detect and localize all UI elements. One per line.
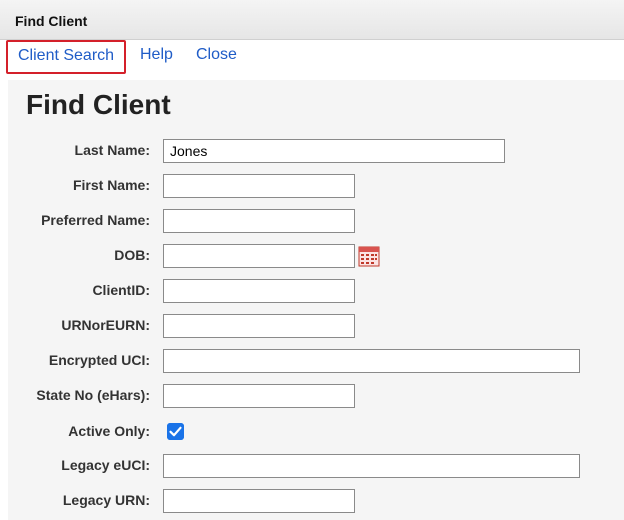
client-search-link[interactable]: Client Search bbox=[6, 40, 127, 74]
dob-input[interactable] bbox=[163, 244, 355, 268]
client-id-label: ClientID: bbox=[92, 282, 150, 298]
state-no-input[interactable] bbox=[163, 384, 355, 408]
page-title: Find Client bbox=[26, 89, 171, 120]
window-title: Find Client bbox=[15, 13, 88, 29]
legacy-euci-row: Legacy eUCI: bbox=[8, 454, 624, 478]
help-link[interactable]: Help bbox=[140, 44, 173, 66]
first-name-row: First Name: bbox=[8, 174, 624, 198]
preferred-name-input[interactable] bbox=[163, 209, 355, 233]
window-titlebar: Find Client bbox=[0, 0, 624, 40]
calendar-icon[interactable] bbox=[358, 245, 380, 267]
last-name-input[interactable] bbox=[163, 139, 505, 163]
first-name-label: First Name: bbox=[72, 177, 150, 193]
active-only-row: Active Only: bbox=[8, 420, 624, 444]
menu-bar: Client Search Help Close bbox=[0, 40, 624, 74]
first-name-input[interactable] bbox=[163, 174, 355, 198]
close-link[interactable]: Close bbox=[196, 44, 237, 66]
state-no-row: State No (eHars): bbox=[8, 384, 624, 408]
find-client-panel: Find Client Last Name: First Name: Prefe… bbox=[8, 80, 624, 520]
legacy-urn-input[interactable] bbox=[163, 489, 355, 513]
legacy-euci-label: Legacy eUCI: bbox=[61, 457, 150, 473]
legacy-euci-input[interactable] bbox=[163, 454, 580, 478]
preferred-name-label: Preferred Name: bbox=[41, 212, 150, 228]
last-name-row: Last Name: bbox=[8, 139, 624, 163]
legacy-urn-row: Legacy URN: bbox=[8, 489, 624, 513]
client-id-row: ClientID: bbox=[8, 279, 624, 303]
urn-or-eurn-label: URNorEURN: bbox=[61, 317, 150, 333]
client-id-input[interactable] bbox=[163, 279, 355, 303]
preferred-name-row: Preferred Name: bbox=[8, 209, 624, 233]
encrypted-uci-input[interactable] bbox=[163, 349, 580, 373]
dob-row: DOB: bbox=[8, 244, 624, 268]
urn-or-eurn-row: URNorEURN: bbox=[8, 314, 624, 338]
last-name-label: Last Name: bbox=[74, 142, 150, 158]
encrypted-uci-label: Encrypted UCI: bbox=[48, 352, 150, 368]
active-only-checkbox[interactable] bbox=[167, 423, 184, 440]
state-no-label: State No (eHars): bbox=[36, 387, 150, 403]
active-only-label: Active Only: bbox=[68, 423, 150, 439]
legacy-urn-label: Legacy URN: bbox=[62, 492, 150, 508]
encrypted-uci-row: Encrypted UCI: bbox=[8, 349, 624, 373]
urn-or-eurn-input[interactable] bbox=[163, 314, 355, 338]
dob-label: DOB: bbox=[114, 247, 150, 263]
